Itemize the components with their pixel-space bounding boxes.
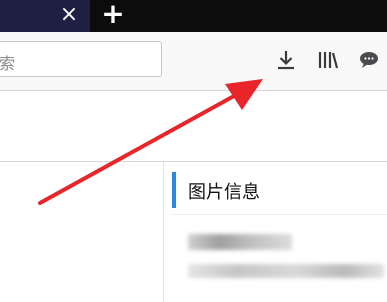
- search-input[interactable]: 索: [0, 41, 162, 77]
- page-content-top: [0, 91, 387, 162]
- search-placeholder: 索: [0, 54, 16, 73]
- panel-divider: [172, 214, 387, 215]
- tab-strip: × +: [0, 0, 387, 32]
- panel-title: 图片信息: [188, 182, 260, 203]
- active-tab[interactable]: ×: [0, 0, 90, 32]
- download-icon[interactable]: [274, 48, 298, 72]
- blurred-info-line: [188, 264, 384, 278]
- image-info-panel: 图片信息: [163, 162, 387, 302]
- panel-accent-bar: [172, 172, 176, 208]
- chat-icon[interactable]: [357, 48, 381, 72]
- panel-header: 图片信息: [172, 172, 387, 208]
- browser-window: × + 索 图片信息: [0, 0, 387, 302]
- new-tab-button[interactable]: +: [100, 0, 126, 28]
- toolbar: 索: [0, 32, 387, 91]
- close-tab-icon[interactable]: ×: [57, 3, 81, 27]
- library-icon[interactable]: [316, 48, 340, 72]
- blurred-info-line: [188, 234, 292, 250]
